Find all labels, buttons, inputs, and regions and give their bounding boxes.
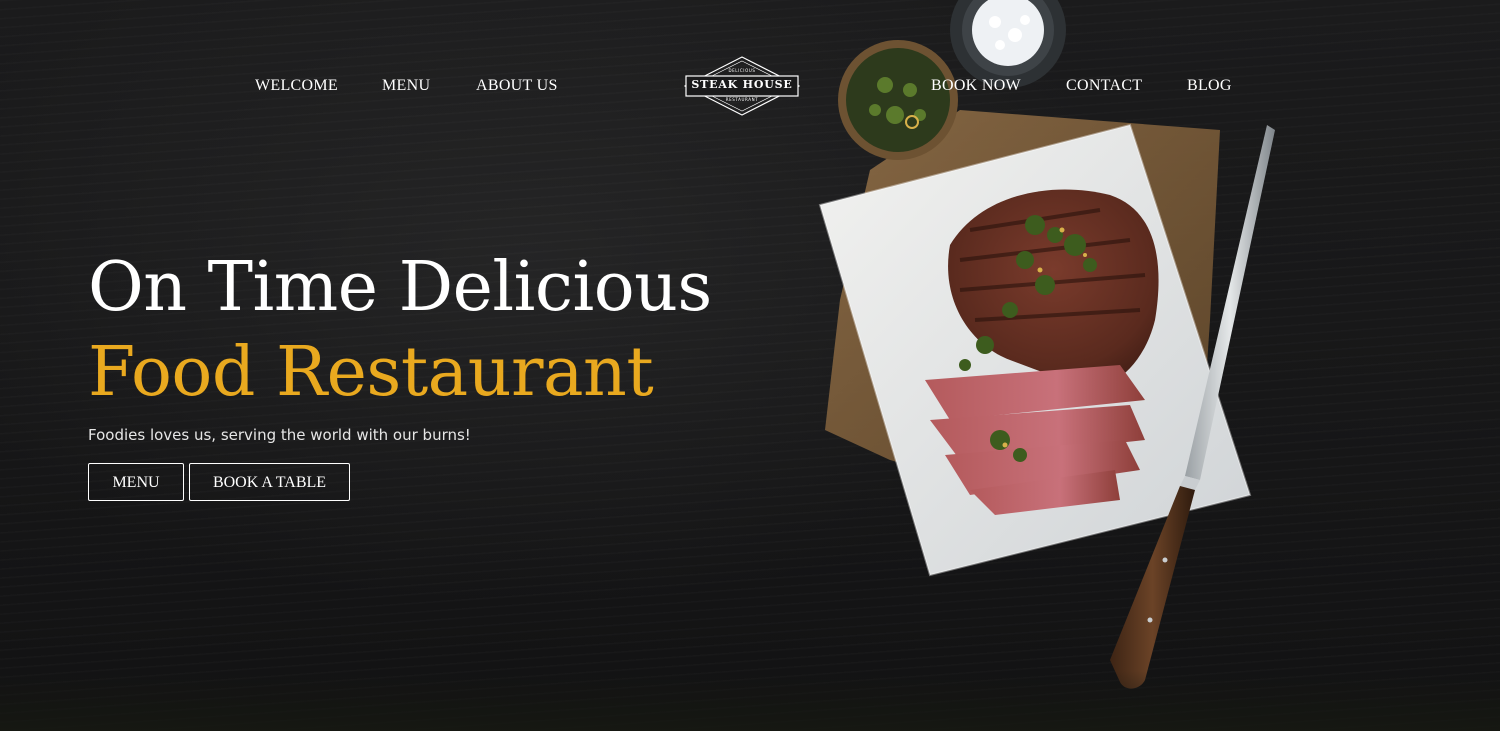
steak-on-paper-image: [818, 0, 1275, 689]
logo-tagline-bottom: RESTAURANT: [725, 97, 759, 102]
logo-tagline-top: DELICIOUS: [728, 68, 756, 73]
nav-blog-link[interactable]: BLOG: [1187, 74, 1232, 98]
steak-house-logo[interactable]: DELICIOUS STEAK HOUSE RESTAURANT: [683, 56, 801, 116]
hero-title-line1: On Time Delicious: [88, 248, 712, 327]
landing-page: WELCOME MENU ABOUT US BOOK NOW CONTACT B…: [0, 0, 1500, 731]
nav-contact-link[interactable]: CONTACT: [1066, 74, 1142, 98]
nav-welcome-link[interactable]: WELCOME: [255, 74, 338, 98]
hero-subtitle: Foodies loves us, serving the world with…: [88, 426, 471, 444]
nav-book-now-link[interactable]: BOOK NOW: [931, 74, 1021, 98]
nav-about-link[interactable]: ABOUT US: [476, 74, 558, 98]
menu-button[interactable]: MENU: [88, 463, 184, 501]
bottom-shade: [0, 671, 1500, 731]
logo-name: STEAK HOUSE: [691, 78, 793, 91]
hero-title-line2: Food Restaurant: [88, 333, 654, 412]
nav-menu-link[interactable]: MENU: [382, 74, 430, 98]
book-a-table-button[interactable]: BOOK A TABLE: [189, 463, 350, 501]
